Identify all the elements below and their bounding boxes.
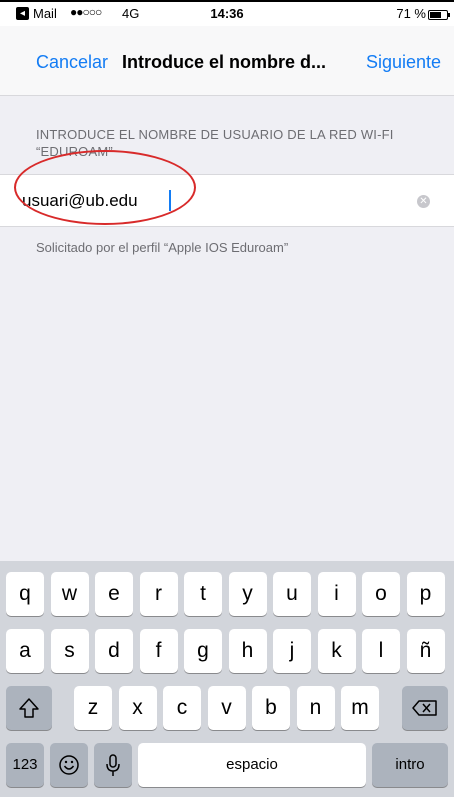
key-v[interactable]: v xyxy=(207,686,246,730)
footer-note: Solicitado por el perfil “Apple IOS Edur… xyxy=(36,240,289,255)
key-k[interactable]: k xyxy=(317,629,356,673)
navigation-bar: Cancelar Introduce el nombre d... Siguie… xyxy=(0,26,454,96)
key-u[interactable]: u xyxy=(273,572,311,616)
key-ñ[interactable]: ñ xyxy=(406,629,445,673)
battery-percent: 71 % xyxy=(396,6,426,21)
key-p[interactable]: p xyxy=(406,572,445,616)
shift-key[interactable] xyxy=(6,686,52,730)
key-s[interactable]: s xyxy=(50,629,89,673)
clock: 14:36 xyxy=(210,6,244,21)
key-e[interactable]: e xyxy=(95,572,133,616)
emoji-icon xyxy=(59,755,79,775)
key-q[interactable]: q xyxy=(6,572,44,616)
next-button[interactable]: Siguiente xyxy=(366,52,441,73)
key-n[interactable]: n xyxy=(296,686,335,730)
key-z[interactable]: z xyxy=(74,686,112,730)
key-b[interactable]: b xyxy=(252,686,290,730)
key-x[interactable]: x xyxy=(118,686,157,730)
key-y[interactable]: y xyxy=(228,572,267,616)
key-r[interactable]: r xyxy=(139,572,178,616)
clear-icon[interactable]: ✕ xyxy=(417,195,430,208)
key-j[interactable]: j xyxy=(273,629,311,673)
microphone-icon xyxy=(106,754,120,776)
cancel-button[interactable]: Cancelar xyxy=(36,52,108,73)
key-i[interactable]: i xyxy=(317,572,356,616)
keyboard: qwertyuiop asdfghjklñ zxcvbnm 123 espaci… xyxy=(0,561,454,797)
microphone-key[interactable] xyxy=(94,743,132,787)
key-a[interactable]: a xyxy=(6,629,44,673)
backspace-icon xyxy=(412,700,437,716)
battery-icon xyxy=(428,10,450,20)
key-m[interactable]: m xyxy=(341,686,379,730)
key-h[interactable]: h xyxy=(228,629,267,673)
space-key[interactable]: espacio xyxy=(138,743,366,787)
phone-screen: ◂ Mail ●●○○○ 4G 14:36 71 % Cancelar Intr… xyxy=(0,0,454,797)
shift-icon xyxy=(19,698,39,718)
emoji-key[interactable] xyxy=(50,743,88,787)
numbers-key[interactable]: 123 xyxy=(6,743,44,787)
return-key[interactable]: intro xyxy=(372,743,448,787)
page-title: Introduce el nombre d... xyxy=(122,52,327,72)
status-bar: ◂ Mail ●●○○○ 4G 14:36 71 % xyxy=(0,2,454,26)
backspace-key[interactable] xyxy=(402,686,448,730)
key-f[interactable]: f xyxy=(139,629,178,673)
key-t[interactable]: t xyxy=(184,572,222,616)
key-g[interactable]: g xyxy=(184,629,222,673)
key-w[interactable]: w xyxy=(50,572,89,616)
key-l[interactable]: l xyxy=(362,629,400,673)
annotation-circle xyxy=(14,150,196,225)
key-d[interactable]: d xyxy=(95,629,133,673)
battery-fill xyxy=(430,12,441,18)
key-c[interactable]: c xyxy=(163,686,201,730)
key-o[interactable]: o xyxy=(362,572,400,616)
